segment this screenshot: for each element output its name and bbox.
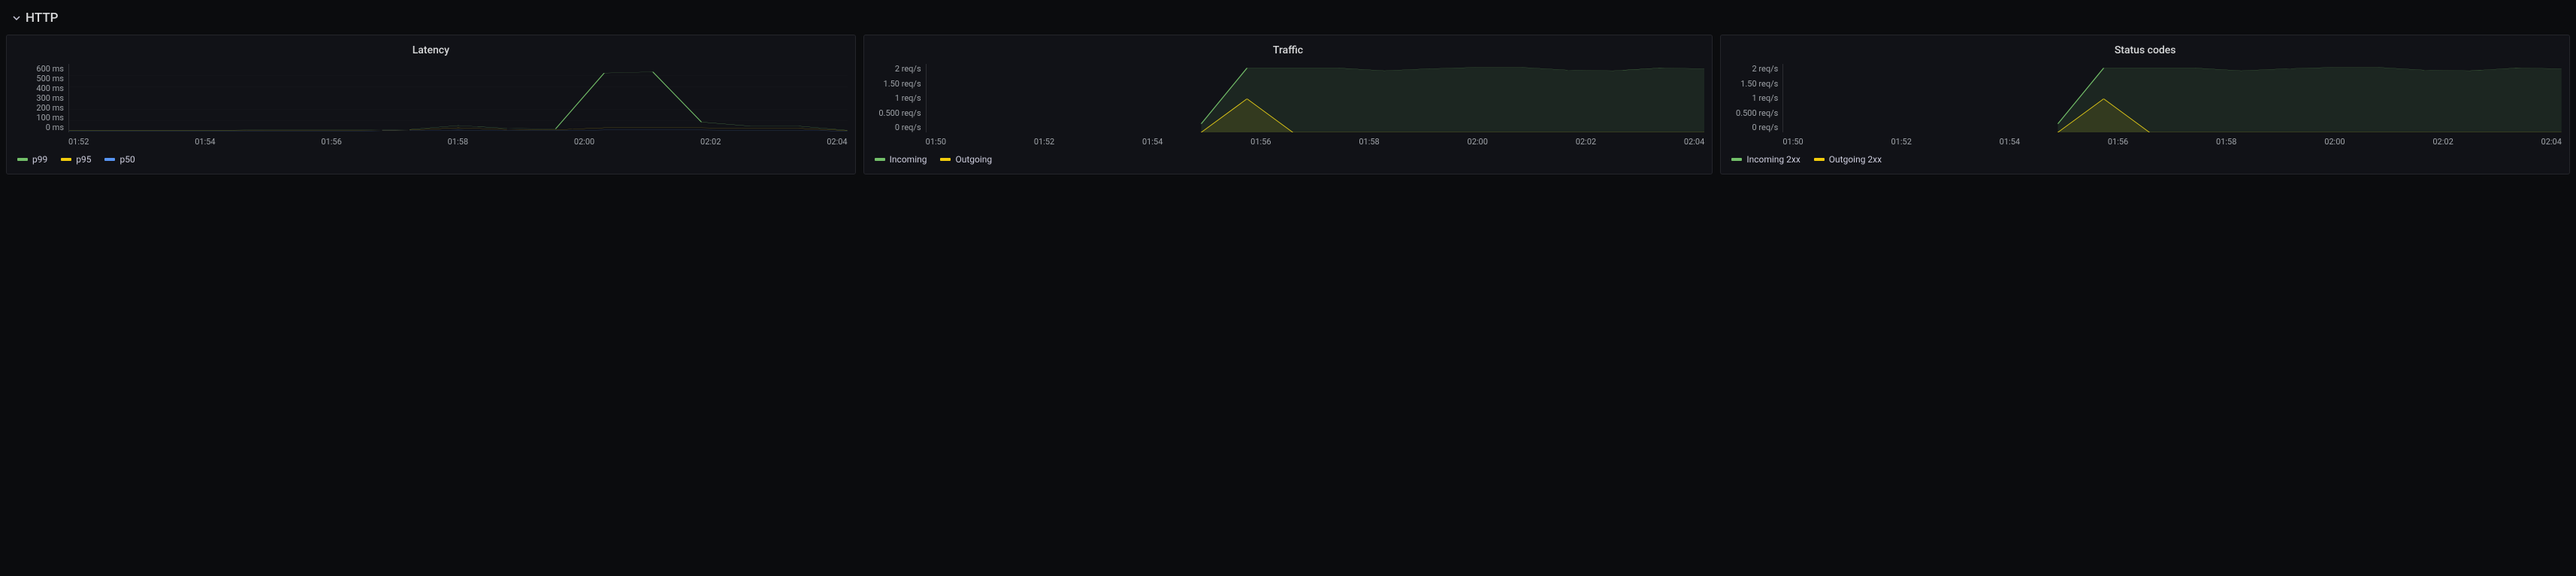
chart-plot[interactable] xyxy=(68,64,848,132)
x-tick: 02:02 xyxy=(700,137,721,147)
panel-title: Latency xyxy=(14,41,848,64)
chart-area[interactable]: 2 req/s 1.50 req/s 1 req/s 0.500 req/s 0… xyxy=(1728,64,2562,132)
y-tick: 0 req/s xyxy=(1752,123,1778,132)
legend-item-outgoing-2xx[interactable]: Outgoing 2xx xyxy=(1814,154,1882,165)
legend-label: Incoming xyxy=(890,154,927,165)
x-axis: 01:50 01:52 01:54 01:56 01:58 02:00 02:0… xyxy=(872,132,1705,147)
x-tick: 01:52 xyxy=(1891,137,1912,147)
legend-item-incoming-2xx[interactable]: Incoming 2xx xyxy=(1731,154,1800,165)
legend-swatch xyxy=(875,158,885,161)
section-title: HTTP xyxy=(26,11,59,26)
x-tick: 02:02 xyxy=(2432,137,2453,147)
legend-label: Outgoing 2xx xyxy=(1829,154,1882,165)
legend: p99 p95 p50 xyxy=(14,147,848,166)
x-tick: 02:02 xyxy=(1576,137,1596,147)
section-header[interactable]: HTTP xyxy=(6,6,2570,35)
y-tick: 200 ms xyxy=(36,103,64,113)
x-tick: 02:00 xyxy=(2324,137,2345,147)
x-tick: 01:54 xyxy=(195,137,215,147)
x-tick: 01:56 xyxy=(321,137,341,147)
y-tick: 300 ms xyxy=(36,93,64,103)
y-tick: 0.500 req/s xyxy=(878,108,921,118)
legend-swatch xyxy=(1731,158,1742,161)
chart-svg xyxy=(69,64,848,132)
x-tick: 02:00 xyxy=(1468,137,1488,147)
y-tick: 1 req/s xyxy=(1752,93,1778,103)
panel-traffic: Traffic 2 req/s 1.50 req/s 1 req/s 0.500… xyxy=(863,35,1713,174)
x-tick: 01:58 xyxy=(2216,137,2236,147)
y-tick: 100 ms xyxy=(36,113,64,123)
x-tick: 01:56 xyxy=(1250,137,1271,147)
x-tick: 01:54 xyxy=(1142,137,1163,147)
legend-label: Outgoing xyxy=(955,154,992,165)
y-axis: 600 ms 500 ms 400 ms 300 ms 200 ms 100 m… xyxy=(14,64,68,132)
chart-area[interactable]: 2 req/s 1.50 req/s 1 req/s 0.500 req/s 0… xyxy=(872,64,1705,132)
x-tick: 01:52 xyxy=(1034,137,1054,147)
y-axis: 2 req/s 1.50 req/s 1 req/s 0.500 req/s 0… xyxy=(872,64,926,132)
panel-row: Latency 600 ms 500 ms 400 ms 300 ms 200 … xyxy=(6,35,2570,174)
legend-swatch xyxy=(104,158,115,161)
chart-plot[interactable] xyxy=(926,64,1705,132)
y-tick: 0 ms xyxy=(46,123,64,132)
y-tick: 1 req/s xyxy=(895,93,921,103)
legend-swatch xyxy=(61,158,71,161)
legend-item-p95[interactable]: p95 xyxy=(61,154,91,165)
panel-title: Traffic xyxy=(872,41,1705,64)
x-axis: 01:52 01:54 01:56 01:58 02:00 02:02 02:0… xyxy=(14,132,848,147)
x-tick: 01:58 xyxy=(1359,137,1379,147)
chart-svg xyxy=(1783,64,2562,132)
x-tick: 01:50 xyxy=(926,137,946,147)
legend: Incoming 2xx Outgoing 2xx xyxy=(1728,147,2562,166)
panel-latency: Latency 600 ms 500 ms 400 ms 300 ms 200 … xyxy=(6,35,856,174)
y-tick: 0 req/s xyxy=(895,123,921,132)
legend-swatch xyxy=(1814,158,1825,161)
y-tick: 1.50 req/s xyxy=(1740,79,1778,89)
y-axis: 2 req/s 1.50 req/s 1 req/s 0.500 req/s 0… xyxy=(1728,64,1782,132)
x-tick: 01:50 xyxy=(1782,137,1803,147)
legend-swatch xyxy=(17,158,28,161)
y-tick: 0.500 req/s xyxy=(1736,108,1778,118)
x-tick: 02:04 xyxy=(827,137,847,147)
y-tick: 500 ms xyxy=(36,74,64,83)
legend-label: p99 xyxy=(32,154,47,165)
chart-svg xyxy=(927,64,1705,132)
y-tick: 2 req/s xyxy=(895,64,921,74)
x-tick: 02:04 xyxy=(1684,137,1704,147)
x-tick: 02:00 xyxy=(574,137,594,147)
y-tick: 2 req/s xyxy=(1752,64,1778,74)
y-tick: 1.50 req/s xyxy=(884,79,921,89)
legend-label: p95 xyxy=(76,154,91,165)
chart-plot[interactable] xyxy=(1782,64,2562,132)
legend-label: p50 xyxy=(119,154,135,165)
x-tick: 01:56 xyxy=(2108,137,2128,147)
legend-label: Incoming 2xx xyxy=(1746,154,1800,165)
panel-title: Status codes xyxy=(1728,41,2562,64)
legend-item-p50[interactable]: p50 xyxy=(104,154,135,165)
legend-swatch xyxy=(940,158,951,161)
legend: Incoming Outgoing xyxy=(872,147,1705,166)
legend-item-p99[interactable]: p99 xyxy=(17,154,47,165)
x-tick: 01:54 xyxy=(2000,137,2020,147)
x-tick: 01:52 xyxy=(68,137,89,147)
x-tick: 01:58 xyxy=(448,137,468,147)
chevron-down-icon xyxy=(12,14,21,23)
legend-item-incoming[interactable]: Incoming xyxy=(875,154,927,165)
x-axis: 01:50 01:52 01:54 01:56 01:58 02:00 02:0… xyxy=(1728,132,2562,147)
y-tick: 600 ms xyxy=(36,64,64,74)
panel-status-codes: Status codes 2 req/s 1.50 req/s 1 req/s … xyxy=(1720,35,2570,174)
chart-area[interactable]: 600 ms 500 ms 400 ms 300 ms 200 ms 100 m… xyxy=(14,64,848,132)
y-tick: 400 ms xyxy=(36,83,64,93)
legend-item-outgoing[interactable]: Outgoing xyxy=(940,154,992,165)
x-tick: 02:04 xyxy=(2541,137,2562,147)
